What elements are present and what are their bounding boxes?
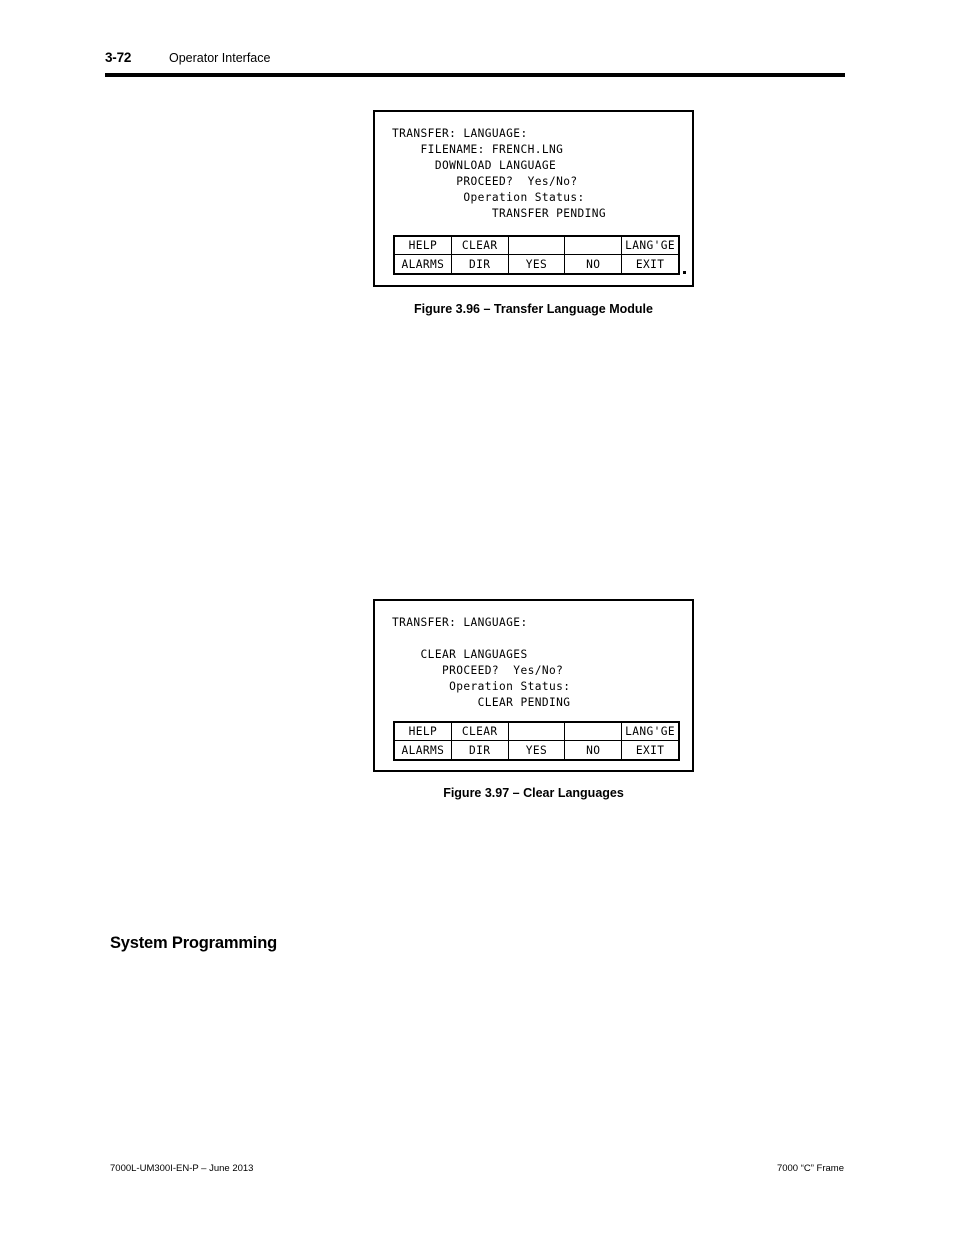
softkey-dir[interactable]: DIR xyxy=(451,741,509,759)
softkey-exit[interactable]: EXIT xyxy=(622,741,678,759)
terminal-text-block-2: TRANSFER: LANGUAGE: CLEAR LANGUAGES PROC… xyxy=(392,616,571,709)
softkey-alarms[interactable]: ALARMS xyxy=(395,255,452,273)
softkey-help[interactable]: HELP xyxy=(395,723,452,741)
terminal-screen-clear-languages: TRANSFER: LANGUAGE: CLEAR LANGUAGES PROC… xyxy=(373,599,694,772)
softkey-blank-1[interactable] xyxy=(508,723,566,741)
softkey-blank-2[interactable] xyxy=(565,723,623,741)
figure-3-97: TRANSFER: LANGUAGE: CLEAR LANGUAGES PROC… xyxy=(373,599,694,800)
footer-document-id: 7000L-UM300I-EN-P – June 2013 xyxy=(110,1163,254,1174)
softkey-no[interactable]: NO xyxy=(565,255,623,273)
section-heading-system-programming: System Programming xyxy=(110,934,277,952)
trailing-dot-mark xyxy=(683,271,686,274)
softkey-clear[interactable]: CLEAR xyxy=(451,237,509,255)
figure-caption-3-97: Figure 3.97 – Clear Languages xyxy=(443,786,624,800)
softkey-dir[interactable]: DIR xyxy=(451,255,509,273)
softkey-alarms[interactable]: ALARMS xyxy=(395,741,452,759)
softkey-grid-2: HELP CLEAR LANG'GE ALARMS DIR YES NO EXI… xyxy=(393,721,680,761)
softkey-clear[interactable]: CLEAR xyxy=(451,723,509,741)
softkey-blank-1[interactable] xyxy=(508,237,566,255)
softkey-grid-1: HELP CLEAR LANG'GE ALARMS DIR YES NO EXI… xyxy=(393,235,680,275)
softkey-help[interactable]: HELP xyxy=(395,237,452,255)
softkey-row-bottom-1: ALARMS DIR YES NO EXIT xyxy=(395,255,678,273)
softkey-language[interactable]: LANG'GE xyxy=(622,723,678,741)
softkey-row-bottom-2: ALARMS DIR YES NO EXIT xyxy=(395,741,678,759)
header-divider-rule xyxy=(105,73,845,77)
softkey-row-top-2: HELP CLEAR LANG'GE xyxy=(395,723,678,741)
softkey-yes[interactable]: YES xyxy=(508,741,566,759)
terminal-text-block-1: TRANSFER: LANGUAGE: FILENAME: FRENCH.LNG… xyxy=(392,127,607,220)
softkey-blank-2[interactable] xyxy=(565,237,623,255)
page-number: 3-72 xyxy=(105,50,132,65)
softkey-row-top-1: HELP CLEAR LANG'GE xyxy=(395,237,678,255)
figure-3-96: TRANSFER: LANGUAGE: FILENAME: FRENCH.LNG… xyxy=(373,110,694,316)
softkey-no[interactable]: NO xyxy=(565,741,623,759)
softkey-language[interactable]: LANG'GE xyxy=(622,237,678,255)
footer-product-name: 7000 “C” Frame xyxy=(776,1163,844,1174)
figure-caption-3-96: Figure 3.96 – Transfer Language Module xyxy=(414,302,653,316)
softkey-exit[interactable]: EXIT xyxy=(622,255,678,273)
header-chapter-title: Operator Interface xyxy=(169,51,271,65)
softkey-yes[interactable]: YES xyxy=(508,255,566,273)
terminal-screen-transfer-language: TRANSFER: LANGUAGE: FILENAME: FRENCH.LNG… xyxy=(373,110,694,287)
